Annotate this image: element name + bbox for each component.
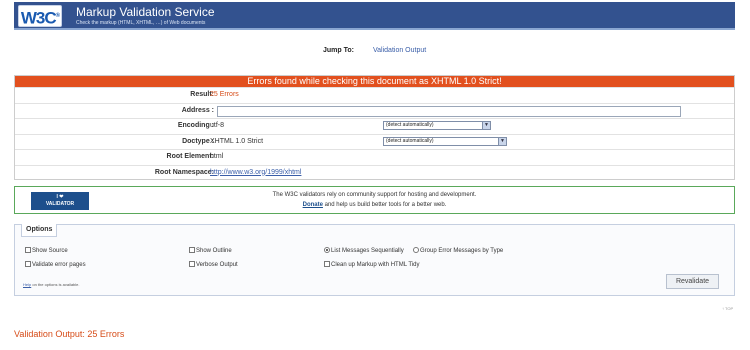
address-row: Address : — [15, 102, 734, 119]
show-source-checkbox[interactable] — [25, 247, 31, 253]
donate-line-2: Donate and help us build better tools fo… — [15, 202, 734, 208]
results-table: Errors found while checking this documen… — [14, 75, 735, 180]
verbose-output-checkbox[interactable] — [189, 261, 195, 267]
doctype-value: XHTML 1.0 Strict — [210, 137, 264, 145]
header-banner: W3C® Markup Validation Service Check the… — [14, 2, 735, 30]
chevron-down-icon: ▼ — [482, 122, 490, 129]
validation-output-link[interactable]: Validation Output — [373, 47, 426, 54]
doctype-select[interactable]: (detect automatically) ▼ — [383, 136, 507, 146]
encoding-select[interactable]: (detect automatically) ▼ — [383, 121, 491, 130]
registered-mark: ® — [55, 13, 61, 19]
verbose-output-option[interactable]: Verbose Output — [189, 261, 238, 268]
donate-line-2-rest: and help us build better tools for a bet… — [322, 202, 447, 208]
group-by-type-option[interactable]: Group Error Messages by Type — [413, 247, 503, 254]
encoding-value: utf-8 — [210, 122, 225, 129]
root-namespace-key: Root Namespace: — [154, 168, 214, 176]
root-element-row: Root Element: html — [15, 149, 734, 165]
root-namespace-link[interactable]: http://www.w3.org/1999/xhtml — [210, 169, 301, 176]
root-element-value: html — [210, 153, 224, 160]
encoding-select-value: (detect automatically) — [386, 122, 434, 128]
show-outline-option[interactable]: Show Outline — [189, 247, 232, 254]
top-link[interactable]: ↑ TOP — [722, 306, 733, 311]
options-panel: Options Show Source Show Outline List Me… — [14, 224, 735, 296]
result-row: Result: 25 Errors — [15, 87, 734, 103]
verbose-output-label: Verbose Output — [196, 262, 238, 268]
group-by-type-radio[interactable] — [413, 247, 419, 253]
donate-text: The W3C validators rely on community sup… — [272, 192, 477, 198]
result-value: 25 Errors — [210, 91, 239, 98]
jump-to-bar: Jump To: Validation Output — [0, 47, 750, 59]
doctype-row: Doctype : XHTML 1.0 Strict (detect autom… — [15, 133, 734, 150]
clean-up-option[interactable]: Clean up Markup with HTML Tidy — [324, 261, 419, 268]
list-sequentially-radio[interactable] — [324, 247, 330, 253]
revalidate-button[interactable]: Revalidate — [666, 274, 719, 289]
root-element-key: Root Element: — [166, 153, 214, 160]
list-sequentially-label: List Messages Sequentially — [331, 248, 404, 254]
address-key: Address : — [181, 106, 214, 114]
list-sequentially-option[interactable]: List Messages Sequentially — [324, 247, 404, 254]
help-note: Help on the options is available. — [23, 282, 80, 287]
help-note-rest: on the options is available. — [31, 282, 80, 287]
error-banner: Errors found while checking this documen… — [15, 76, 734, 87]
show-source-label: Show Source — [32, 248, 68, 254]
service-subtitle: Check the markup (HTML, XHTML, …) of Web… — [76, 20, 206, 26]
w3c-logo-text: W3C — [20, 8, 57, 28]
doctype-select-value: (detect automatically) — [386, 137, 434, 144]
help-link[interactable]: Help — [23, 282, 31, 287]
clean-up-checkbox[interactable] — [324, 261, 330, 267]
show-outline-label: Show Outline — [196, 248, 232, 254]
root-namespace-row: Root Namespace: http://www.w3.org/1999/x… — [15, 164, 734, 181]
encoding-row: Encoding : utf-8 (detect automatically) … — [15, 118, 734, 134]
encoding-key: Encoding : — [177, 122, 214, 129]
validate-error-pages-label: Validate error pages — [32, 262, 86, 268]
group-by-type-label: Group Error Messages by Type — [420, 248, 504, 254]
address-input[interactable] — [217, 105, 681, 117]
validation-output-heading: Validation Output: 25 Errors — [14, 329, 125, 339]
validate-error-pages-checkbox[interactable] — [25, 261, 31, 267]
chevron-down-icon: ▼ — [498, 137, 506, 145]
donate-box: I ❤ VALIDATOR The W3C validators rely on… — [14, 186, 735, 214]
show-source-option[interactable]: Show Source — [25, 247, 68, 254]
show-outline-checkbox[interactable] — [189, 247, 195, 253]
jump-to-label: Jump To: — [323, 47, 354, 54]
validate-error-pages-option[interactable]: Validate error pages — [25, 261, 86, 268]
service-title: Markup Validation Service — [76, 5, 215, 19]
donate-link[interactable]: Donate — [303, 202, 323, 208]
w3c-logo[interactable]: W3C® — [18, 5, 62, 28]
options-legend: Options — [21, 224, 57, 237]
clean-up-label: Clean up Markup with HTML Tidy — [331, 262, 420, 268]
